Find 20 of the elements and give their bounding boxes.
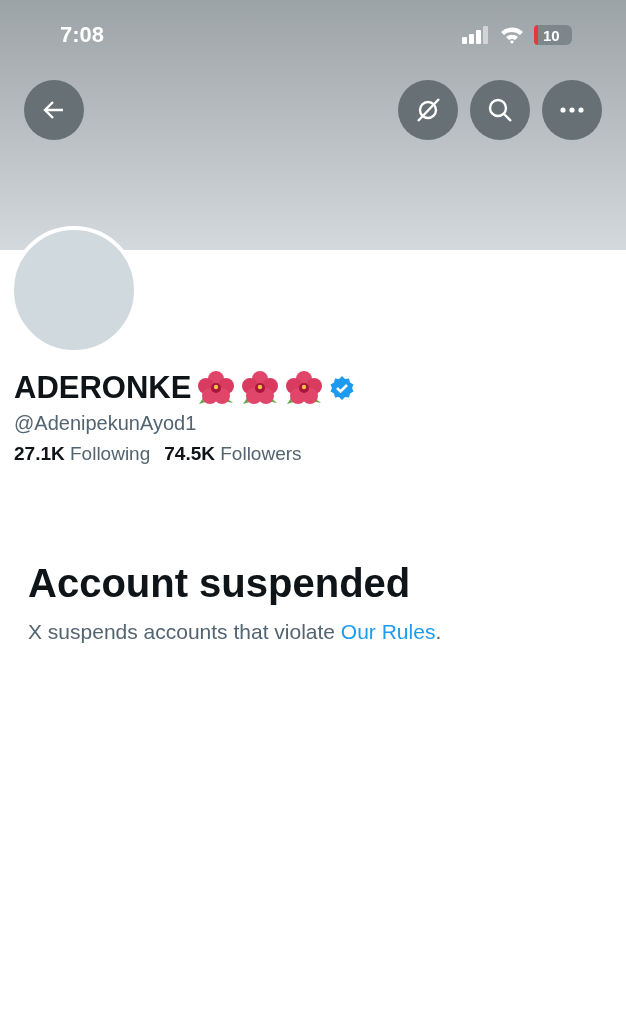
suspended-message: X suspends accounts that violate Our Rules. <box>28 620 443 644</box>
slashed-circle-icon <box>415 97 441 123</box>
search-button[interactable] <box>470 80 530 140</box>
arrow-left-icon <box>43 100 65 120</box>
status-time: 7:08 <box>60 22 105 48</box>
back-button[interactable] <box>24 80 84 140</box>
profile-handle: @AdenipekunAyod1 <box>14 412 198 435</box>
wifi-icon <box>500 26 524 44</box>
more-icon <box>560 107 584 113</box>
suspended-title: Account suspended <box>28 561 412 606</box>
profile-name: ADERONKE <box>14 370 192 406</box>
profile-stat[interactable]: 27.1K Following <box>14 443 151 465</box>
more-button[interactable] <box>542 80 602 140</box>
hibiscus-icon <box>197 370 236 406</box>
search-icon <box>487 97 513 123</box>
hibiscus-icon <box>285 370 324 406</box>
profile-stat[interactable]: 74.5K Followers <box>164 443 302 465</box>
hibiscus-icon <box>241 370 280 406</box>
battery-level: 10 <box>543 26 560 44</box>
signal-icon <box>462 26 490 44</box>
